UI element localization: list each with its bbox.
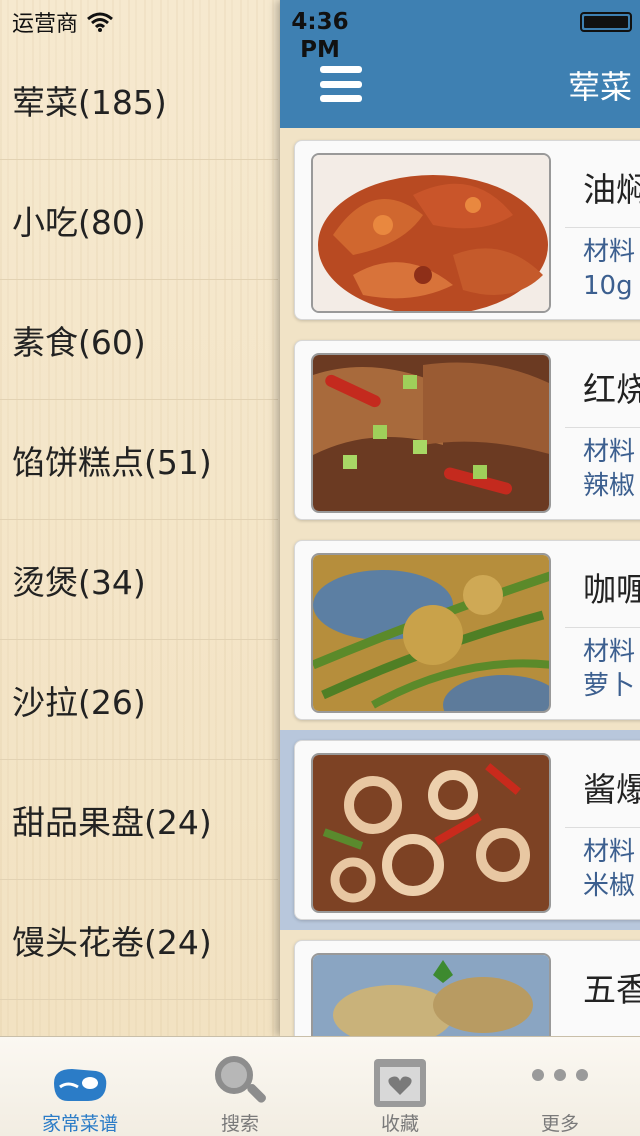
list-item[interactable]: 咖喱 材料 萝卜 xyxy=(280,530,640,730)
more-icon xyxy=(532,1069,588,1081)
favorites-folder-icon xyxy=(374,1059,426,1107)
recipe-title: 咖喱 xyxy=(583,570,640,609)
divider xyxy=(565,427,640,428)
recipe-card[interactable]: 酱爆 材料 米椒 xyxy=(294,740,640,920)
list-item[interactable]: 红烧 材料 辣椒 xyxy=(280,330,640,530)
meat-icon xyxy=(54,1069,107,1101)
recipe-materials: 材料 辣椒 xyxy=(583,435,635,503)
list-item[interactable]: 五香 xyxy=(280,930,640,1036)
recipe-card[interactable]: 红烧 材料 辣椒 xyxy=(294,340,640,520)
materials-label: 材料 xyxy=(583,437,636,467)
tab-bar: 家常菜谱 搜索 收藏 更多 xyxy=(0,1036,640,1136)
tab-label: 搜索 xyxy=(220,1113,259,1135)
page-title: 荤菜 xyxy=(568,68,633,106)
sidebar-item-label: 素食(60) xyxy=(12,322,146,362)
tab-home-recipes[interactable]: 家常菜谱 xyxy=(0,1037,160,1136)
materials-value: 10g xyxy=(583,271,633,301)
recipe-card[interactable]: 咖喱 材料 萝卜 xyxy=(294,540,640,720)
recipe-thumbnail xyxy=(311,753,551,913)
sidebar-item[interactable]: 荤菜(185) xyxy=(0,40,278,160)
sidebar-item-label: 烫煲(34) xyxy=(12,562,146,602)
sidebar-item-label: 馅饼糕点(51) xyxy=(12,442,212,482)
recipe-materials: 材料 10g xyxy=(583,235,635,303)
sidebar-item[interactable]: 烫煲(34) xyxy=(0,520,278,640)
battery-icon xyxy=(580,12,632,32)
materials-label: 材料 xyxy=(583,237,636,267)
recipe-thumbnail xyxy=(311,353,551,513)
divider xyxy=(565,827,640,828)
tab-search[interactable]: 搜索 xyxy=(160,1037,320,1136)
recipe-title: 酱爆 xyxy=(583,770,640,809)
materials-value: 萝卜 xyxy=(583,671,636,701)
sidebar-item-label: 沙拉(26) xyxy=(12,682,146,722)
materials-label: 材料 xyxy=(583,837,636,867)
tab-more[interactable]: 更多 xyxy=(480,1037,640,1136)
materials-label: 材料 xyxy=(583,637,636,667)
tab-label: 更多 xyxy=(540,1113,579,1135)
wifi-icon xyxy=(87,12,113,32)
carrier-label: 运营商 xyxy=(12,12,79,37)
status-time: 4:36 PM xyxy=(291,9,349,63)
divider xyxy=(565,227,640,228)
divider xyxy=(565,627,640,628)
hamburger-icon xyxy=(320,66,362,73)
tab-favorites[interactable]: 收藏 xyxy=(320,1037,480,1136)
recipe-list: 油焖 材料 10g 红烧 材料 辣椒 咖喱 材料 萝卜 酱爆 材料 米椒 五香 xyxy=(280,130,640,1036)
sidebar-item[interactable]: 甜品果盘(24) xyxy=(0,760,278,880)
category-sidebar: 荤菜(185) 小吃(80) 素食(60) 馅饼糕点(51) 烫煲(34) 沙拉… xyxy=(0,40,278,1000)
recipe-thumbnail xyxy=(311,953,551,1036)
recipe-thumbnail xyxy=(311,553,551,713)
menu-button[interactable] xyxy=(320,66,362,102)
status-bar-left: 运营商 xyxy=(12,8,114,37)
materials-value: 米椒 xyxy=(583,871,636,901)
sidebar-item-label: 馒头花卷(24) xyxy=(12,922,212,962)
sidebar-item[interactable]: 沙拉(26) xyxy=(0,640,278,760)
search-icon xyxy=(215,1056,266,1103)
recipe-title: 红烧 xyxy=(583,370,640,409)
sidebar-item-label: 小吃(80) xyxy=(12,202,146,242)
recipe-card[interactable]: 油焖 材料 10g xyxy=(294,140,640,320)
sidebar-item[interactable]: 馒头花卷(24) xyxy=(0,880,278,1000)
sidebar-item[interactable]: 小吃(80) xyxy=(0,160,278,280)
tab-label: 收藏 xyxy=(380,1113,419,1135)
recipe-materials: 材料 萝卜 xyxy=(583,635,635,703)
materials-value: 辣椒 xyxy=(583,471,636,501)
recipe-list-panel: 荤菜 油焖 材料 10g 红烧 材料 辣椒 咖喱 材料 萝卜 酱爆 材料 米椒 … xyxy=(280,0,640,1036)
sidebar-item-label: 荤菜(185) xyxy=(12,82,167,122)
recipe-thumbnail xyxy=(311,153,551,313)
list-item[interactable]: 油焖 材料 10g xyxy=(280,130,640,330)
tab-label: 家常菜谱 xyxy=(41,1113,118,1135)
sidebar-item[interactable]: 素食(60) xyxy=(0,280,278,400)
recipe-title: 油焖 xyxy=(583,170,640,209)
recipe-materials: 材料 米椒 xyxy=(583,835,635,903)
sidebar-item-label: 甜品果盘(24) xyxy=(12,802,212,842)
recipe-card[interactable]: 五香 xyxy=(294,940,640,1036)
recipe-title: 五香 xyxy=(583,970,640,1009)
list-item-selected[interactable]: 酱爆 材料 米椒 xyxy=(280,730,640,930)
sidebar-item[interactable]: 馅饼糕点(51) xyxy=(0,400,278,520)
